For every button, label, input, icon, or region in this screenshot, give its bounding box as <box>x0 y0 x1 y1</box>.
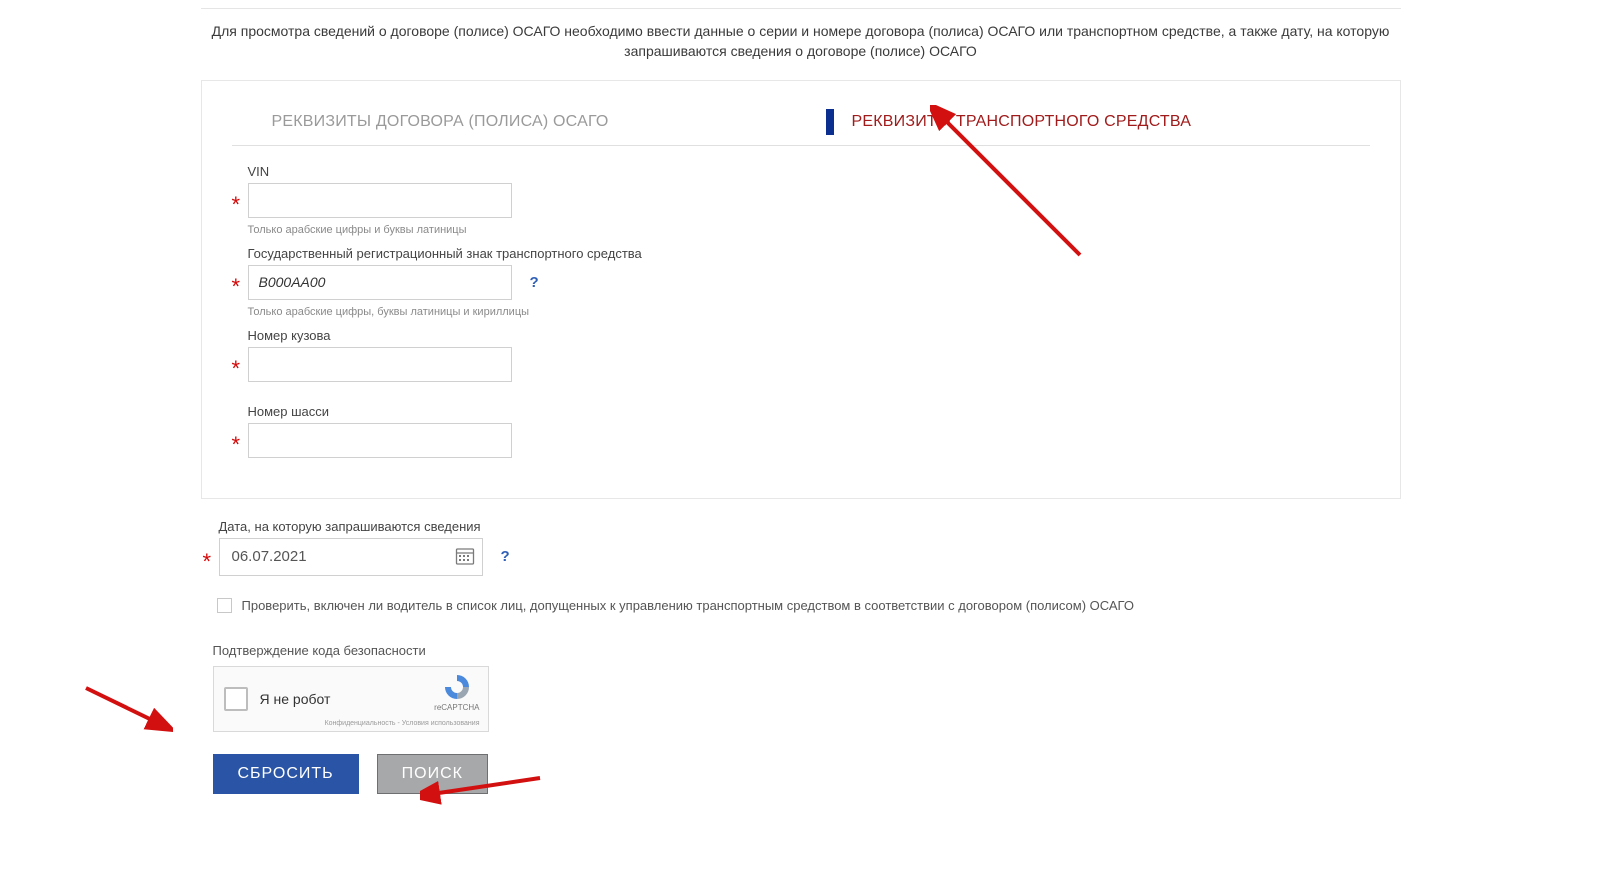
date-label: Дата, на которую запрашиваются сведения <box>219 519 1401 534</box>
tab-vehicle[interactable]: РЕКВИЗИТЫ ТРАНСПОРТНОГО СРЕДСТВА <box>816 101 1370 145</box>
vin-hint: Только арабские цифры и буквы латиницы <box>248 224 1370 236</box>
vin-input[interactable] <box>248 183 512 218</box>
intro-text: Для просмотра сведений о договоре (полис… <box>201 21 1401 80</box>
body-required: * <box>232 358 246 380</box>
plate-input[interactable] <box>248 265 512 300</box>
recaptcha-brand: reCAPTCHA <box>434 703 479 713</box>
tabs: РЕКВИЗИТЫ ДОГОВОРА (ПОЛИСА) ОСАГО РЕКВИЗ… <box>232 101 1370 146</box>
vin-required: * <box>232 194 246 216</box>
date-help-icon[interactable]: ? <box>501 548 510 565</box>
tab-policy[interactable]: РЕКВИЗИТЫ ДОГОВОРА (ПОЛИСА) ОСАГО <box>232 101 816 145</box>
captcha-checkbox[interactable] <box>224 687 248 711</box>
recaptcha-logo: reCAPTCHA <box>434 673 479 713</box>
button-row: СБРОСИТЬ ПОИСК <box>213 754 1401 794</box>
chassis-required: * <box>232 434 246 456</box>
body-input[interactable] <box>248 347 512 382</box>
calendar-icon[interactable] <box>455 546 475 566</box>
captcha-terms: Конфиденциальность - Условия использован… <box>325 720 480 727</box>
below-panel: Дата, на которую запрашиваются сведения … <box>201 519 1401 794</box>
chassis-label: Номер шасси <box>248 404 1370 419</box>
search-button[interactable]: ПОИСК <box>377 754 488 794</box>
annotation-arrow-captcha <box>78 680 173 740</box>
driver-check-label: Проверить, включен ли водитель в список … <box>242 598 1134 613</box>
tab-vehicle-label: РЕКВИЗИТЫ ТРАНСПОРТНОГО СРЕДСТВА <box>852 113 1192 131</box>
captcha-widget: Я не робот reCAPTCHA Конфиденциальность … <box>213 666 489 732</box>
chassis-input[interactable] <box>248 423 512 458</box>
date-required: * <box>203 551 217 573</box>
driver-check-checkbox[interactable] <box>217 598 232 613</box>
top-divider <box>201 8 1401 9</box>
driver-check-row: Проверить, включен ли водитель в список … <box>219 598 1401 613</box>
tab-policy-label: РЕКВИЗИТЫ ДОГОВОРА (ПОЛИСА) ОСАГО <box>272 113 609 131</box>
captcha-title: Подтверждение кода безопасности <box>213 643 1401 658</box>
reset-button[interactable]: СБРОСИТЬ <box>213 754 359 794</box>
form-panel: РЕКВИЗИТЫ ДОГОВОРА (ПОЛИСА) ОСАГО РЕКВИЗ… <box>201 80 1401 499</box>
tab-active-marker <box>826 109 834 135</box>
date-input[interactable] <box>219 538 483 576</box>
plate-hint: Только арабские цифры, буквы латиницы и … <box>248 306 1370 318</box>
vin-label: VIN <box>248 164 1370 179</box>
plate-help-icon[interactable]: ? <box>530 274 539 291</box>
plate-label: Государственный регистрационный знак тра… <box>248 246 1370 261</box>
body-label: Номер кузова <box>248 328 1370 343</box>
plate-required: * <box>232 276 246 298</box>
captcha-label: Я не робот <box>260 691 331 707</box>
